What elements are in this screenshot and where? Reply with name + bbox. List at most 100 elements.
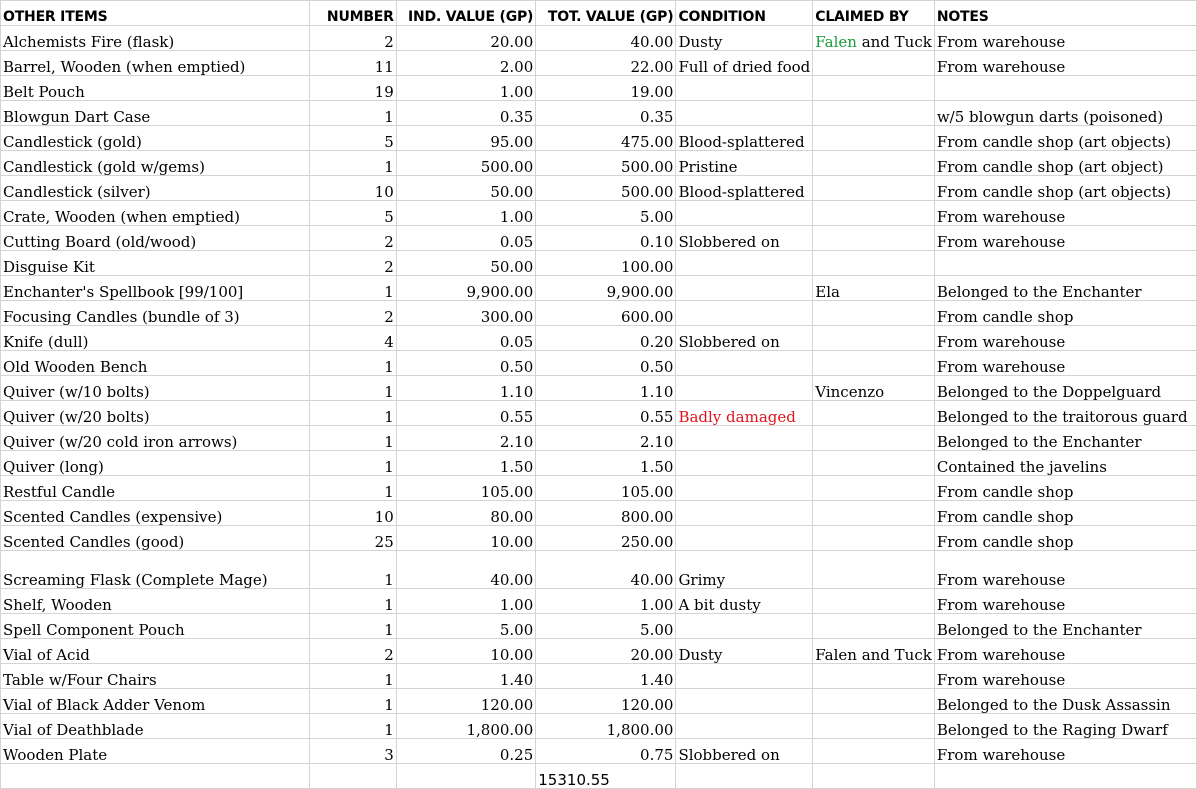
cell-condition[interactable]: Slobbered on xyxy=(675,225,814,251)
cell-tot-value[interactable]: 0.10 xyxy=(535,225,677,251)
cell-condition[interactable] xyxy=(675,425,814,451)
cell-ind-value[interactable]: 1,800.00 xyxy=(395,713,537,739)
cell-number[interactable]: 1 xyxy=(309,613,397,639)
cell-ind-value[interactable]: 120.00 xyxy=(395,688,537,714)
cell-ind-value[interactable]: 105.00 xyxy=(395,475,537,501)
cell-ind-value[interactable]: 300.00 xyxy=(395,300,537,326)
cell-number[interactable]: 2 xyxy=(309,638,397,664)
cell-notes[interactable]: Belonged to the Enchanter xyxy=(933,613,1197,639)
cell-item[interactable]: Enchanter's Spellbook [99/100] xyxy=(0,275,311,301)
cell-number[interactable]: 1 xyxy=(309,400,397,426)
cell-claimed-by[interactable]: Vincenzo xyxy=(812,375,935,401)
cell-notes[interactable]: From warehouse xyxy=(933,225,1197,251)
cell-condition[interactable] xyxy=(675,525,814,551)
cell-condition[interactable] xyxy=(675,663,814,689)
cell-tot-value[interactable]: 1.00 xyxy=(535,588,677,614)
cell-notes[interactable]: Belonged to the traitorous guard xyxy=(933,400,1197,426)
cell-ind-value[interactable]: 0.25 xyxy=(395,738,537,764)
header-notes[interactable]: NOTES xyxy=(933,0,1197,26)
cell-ind-value[interactable]: 500.00 xyxy=(395,150,537,176)
cell-condition[interactable] xyxy=(675,275,814,301)
cell-ind-value[interactable]: 80.00 xyxy=(395,500,537,526)
cell-item[interactable]: Spell Component Pouch xyxy=(0,613,311,639)
cell-notes[interactable]: Belonged to the Doppelguard xyxy=(933,375,1197,401)
cell-ind-value[interactable]: 0.50 xyxy=(395,350,537,376)
cell-tot-value[interactable]: 2.10 xyxy=(535,425,677,451)
cell-item[interactable]: Vial of Deathblade xyxy=(0,713,311,739)
cell-tot-value[interactable]: 600.00 xyxy=(535,300,677,326)
cell-tot-value[interactable]: 0.20 xyxy=(535,325,677,351)
cell-condition[interactable] xyxy=(675,375,814,401)
cell-tot-value[interactable]: 9,900.00 xyxy=(535,275,677,301)
cell-claimed-by[interactable]: Falen and Tuck xyxy=(812,25,935,51)
cell-claimed-by[interactable] xyxy=(812,525,935,551)
cell-claimed-by[interactable] xyxy=(812,450,935,476)
cell-claimed-by[interactable] xyxy=(812,663,935,689)
cell-tot-value[interactable]: 19.00 xyxy=(535,75,677,101)
cell-item[interactable]: Blowgun Dart Case xyxy=(0,100,311,126)
cell-tot-value[interactable]: 1.40 xyxy=(535,663,677,689)
cell-condition[interactable] xyxy=(675,613,814,639)
cell-notes[interactable]: From warehouse xyxy=(933,663,1197,689)
cell-number[interactable]: 2 xyxy=(309,25,397,51)
cell-notes[interactable]: From candle shop xyxy=(933,475,1197,501)
cell-number[interactable]: 4 xyxy=(309,325,397,351)
cell-notes[interactable]: From warehouse xyxy=(933,550,1197,589)
cell-tot-value[interactable]: 22.00 xyxy=(535,50,677,76)
cell-tot-value[interactable]: 1,800.00 xyxy=(535,713,677,739)
cell-number[interactable]: 2 xyxy=(309,225,397,251)
cell-tot-value[interactable]: 40.00 xyxy=(535,550,677,589)
cell-item[interactable]: Candlestick (gold w/gems) xyxy=(0,150,311,176)
cell-condition[interactable] xyxy=(675,500,814,526)
cell-number[interactable]: 1 xyxy=(309,375,397,401)
cell-claimed-by[interactable] xyxy=(812,500,935,526)
cell-item[interactable]: Restful Candle xyxy=(0,475,311,501)
empty-cell[interactable] xyxy=(309,763,397,789)
cell-item[interactable]: Quiver (w/10 bolts) xyxy=(0,375,311,401)
cell-claimed-by[interactable] xyxy=(812,300,935,326)
cell-claimed-by[interactable] xyxy=(812,613,935,639)
cell-item[interactable]: Table w/Four Chairs xyxy=(0,663,311,689)
cell-number[interactable]: 11 xyxy=(309,50,397,76)
cell-condition[interactable]: Blood-splattered xyxy=(675,125,814,151)
cell-claimed-by[interactable] xyxy=(812,350,935,376)
cell-tot-value[interactable]: 800.00 xyxy=(535,500,677,526)
cell-number[interactable]: 1 xyxy=(309,350,397,376)
cell-number[interactable]: 1 xyxy=(309,588,397,614)
cell-ind-value[interactable]: 1.00 xyxy=(395,588,537,614)
cell-item[interactable]: Wooden Plate xyxy=(0,738,311,764)
cell-notes[interactable]: Belonged to the Raging Dwarf xyxy=(933,713,1197,739)
cell-tot-value[interactable]: 475.00 xyxy=(535,125,677,151)
cell-item[interactable]: Quiver (w/20 cold iron arrows) xyxy=(0,425,311,451)
cell-condition[interactable]: Blood-splattered xyxy=(675,175,814,201)
cell-item[interactable]: Knife (dull) xyxy=(0,325,311,351)
cell-claimed-by[interactable] xyxy=(812,425,935,451)
cell-number[interactable]: 1 xyxy=(309,100,397,126)
cell-condition[interactable] xyxy=(675,475,814,501)
cell-tot-value[interactable]: 5.00 xyxy=(535,200,677,226)
cell-notes[interactable]: From candle shop xyxy=(933,525,1197,551)
cell-ind-value[interactable]: 50.00 xyxy=(395,175,537,201)
cell-ind-value[interactable]: 20.00 xyxy=(395,25,537,51)
cell-condition[interactable] xyxy=(675,100,814,126)
cell-condition[interactable] xyxy=(675,713,814,739)
cell-item[interactable]: Candlestick (silver) xyxy=(0,175,311,201)
cell-tot-value[interactable]: 0.35 xyxy=(535,100,677,126)
cell-item[interactable]: Scented Candles (good) xyxy=(0,525,311,551)
cell-number[interactable]: 3 xyxy=(309,738,397,764)
cell-item[interactable]: Cutting Board (old/wood) xyxy=(0,225,311,251)
cell-ind-value[interactable]: 10.00 xyxy=(395,638,537,664)
cell-claimed-by[interactable] xyxy=(812,75,935,101)
cell-notes[interactable]: w/5 blowgun darts (poisoned) xyxy=(933,100,1197,126)
header-item[interactable]: OTHER ITEMS xyxy=(0,0,311,26)
cell-notes[interactable]: From warehouse xyxy=(933,25,1197,51)
cell-condition[interactable] xyxy=(675,450,814,476)
cell-condition[interactable]: Grimy xyxy=(675,550,814,589)
cell-item[interactable]: Scented Candles (expensive) xyxy=(0,500,311,526)
cell-notes[interactable]: From candle shop (art objects) xyxy=(933,125,1197,151)
cell-notes[interactable]: From candle shop (art objects) xyxy=(933,175,1197,201)
cell-item[interactable]: Belt Pouch xyxy=(0,75,311,101)
cell-item[interactable]: Vial of Acid xyxy=(0,638,311,664)
empty-cell[interactable] xyxy=(395,763,537,789)
cell-tot-value[interactable]: 0.75 xyxy=(535,738,677,764)
